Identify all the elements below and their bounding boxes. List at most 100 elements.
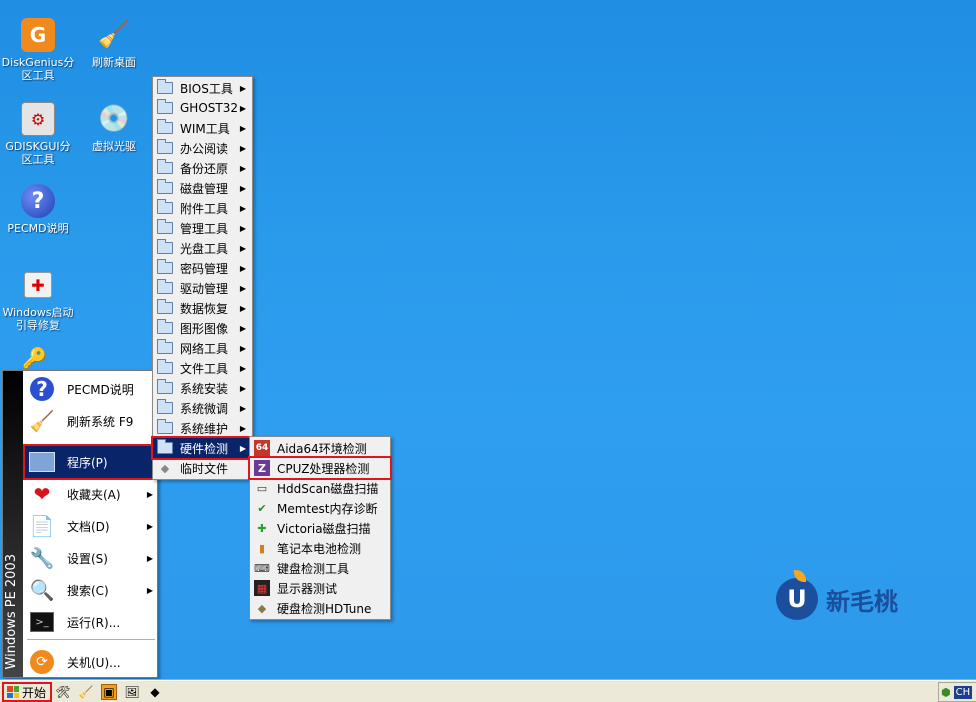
programs-item[interactable]: 光盘工具 ▶ [153, 238, 252, 258]
quicklaunch-refresh-icon[interactable]: 🧹 [78, 684, 94, 700]
folder-icon [157, 439, 173, 454]
programs-item-label: 磁盘管理 [180, 181, 229, 196]
taskbar: 开始 🛠 🧹 ▣ 🖼 ◆ ⬢ CH [0, 680, 976, 702]
programs-menu: BIOS工具 ▶ GHOST32 ▶ WIM工具 ▶ 办公阅读 ▶ 备份还原 ▶ 磁盘管理 ▶ 附件工具… [151, 76, 254, 480]
programs-item[interactable]: 管理工具 ▶ [153, 218, 252, 238]
programs-item-label: 备份还原 [180, 161, 229, 176]
hardware-item-label: Memtest内存诊断 [277, 501, 378, 516]
network-tray-icon[interactable]: ⬢ [941, 686, 951, 699]
start-item-shutdown[interactable]: ⟳ 关机(U)... [25, 646, 155, 678]
folder-icon [157, 119, 173, 134]
start-button-label: 开始 [22, 685, 47, 700]
programs-item[interactable]: 系统微调 ▶ [153, 398, 252, 418]
start-item-favorites[interactable]: ❤ 收藏夹(A) ▶ [25, 478, 155, 510]
programs-item[interactable]: 硬件检测 ▶ [151, 436, 254, 460]
start-item-run[interactable]: >_ 运行(R)... [25, 606, 155, 638]
quicklaunch-explorer-icon[interactable]: ▣ [101, 684, 117, 700]
logo-text: 新毛桃 [826, 586, 898, 616]
key-icon: 🔑 [22, 346, 47, 370]
submenu-arrow-icon: ▶ [239, 223, 246, 233]
hardware-item-label: 键盘检测工具 [277, 561, 350, 576]
desktop-icon-pecmd[interactable]: ? PECMD说明 [0, 184, 76, 235]
desktop-icon-diskgenius[interactable]: G DiskGenius分区工具 [0, 18, 76, 82]
submenu-arrow-icon: ▶ [239, 103, 246, 113]
programs-item[interactable]: 网络工具 ▶ [153, 338, 252, 358]
hardware-item[interactable]: ◆ 硬盘检测HDTune [250, 598, 390, 618]
shutdown-icon: ⟳ [27, 648, 57, 676]
quicklaunch-image-icon[interactable]: 🖼 [124, 684, 140, 700]
start-item-pecmd[interactable]: ? PECMD说明 [25, 373, 155, 405]
start-item-documents[interactable]: 📄 文档(D) ▶ [25, 510, 155, 542]
settings-tools-icon: 🔧 [29, 546, 55, 570]
programs-item[interactable]: 备份还原 ▶ [153, 158, 252, 178]
programs-item-label: 硬件检测 [180, 441, 229, 456]
programs-item-label: WIM工具 [180, 121, 230, 136]
folder-icon [157, 139, 173, 154]
programs-item[interactable]: WIM工具 ▶ [153, 118, 252, 138]
folder-icon [157, 179, 173, 194]
programs-item[interactable]: 磁盘管理 ▶ [153, 178, 252, 198]
start-item-programs[interactable]: 程序(P) [23, 444, 157, 480]
start-item-refresh[interactable]: 🧹 刷新系统 F9 [25, 405, 155, 437]
xinmaotao-logo: U 新毛桃 [776, 570, 898, 620]
programs-item-label: 办公阅读 [180, 141, 229, 156]
programs-item[interactable]: 数据恢复 ▶ [153, 298, 252, 318]
programs-item[interactable]: 密码管理 ▶ [153, 258, 252, 278]
hardware-item[interactable]: ✚ Victoria磁盘扫描 [250, 518, 390, 538]
submenu-arrow-icon: ▶ [239, 423, 246, 433]
hardware-item[interactable]: 64 Aida64环境检测 [250, 438, 390, 458]
desktop-icon-label: 刷新桌面 [92, 56, 136, 69]
programs-item[interactable]: 图形图像 ▶ [153, 318, 252, 338]
virtual-cd-icon: 💿 [97, 104, 131, 134]
desktop-icon-boot-repair[interactable]: ✚ Windows启动引导修复 [0, 268, 76, 332]
cpuz-icon: Z [254, 460, 270, 476]
submenu-arrow-icon: ▶ [146, 489, 153, 499]
hdtune-icon: ◆ [257, 601, 267, 615]
quicklaunch-tools-icon[interactable]: 🛠 [55, 684, 71, 700]
submenu-arrow-icon: ▶ [239, 143, 246, 153]
folder-icon [157, 379, 173, 394]
programs-item[interactable]: 附件工具 ▶ [153, 198, 252, 218]
desktop-icon-refresh[interactable]: 🧹 刷新桌面 [76, 18, 152, 69]
hardware-item-label: 硬盘检测HDTune [277, 601, 372, 616]
diskgenius-icon: G [21, 18, 55, 52]
hardware-item-label: 笔记本电池检测 [277, 541, 362, 556]
gdisk-icon: ⚙ [21, 102, 55, 136]
start-button[interactable]: 开始 [2, 682, 52, 702]
programs-item-label: 系统微调 [180, 401, 229, 416]
quicklaunch-eraser-icon[interactable]: ◆ [147, 684, 163, 700]
desktop-icon-label: GDISKGUI分区工具 [5, 140, 71, 166]
programs-item[interactable]: ◆ 临时文件 [153, 458, 252, 478]
desktop-icon-virtual-cd[interactable]: 💿 虚拟光驱 [76, 102, 152, 153]
input-language-indicator[interactable]: CH [953, 685, 973, 699]
hardware-item[interactable]: Z CPUZ处理器检测 [248, 456, 392, 480]
programs-item-label: 附件工具 [180, 201, 229, 216]
programs-item-label: 密码管理 [180, 261, 229, 276]
hardware-item[interactable]: ▭ HddScan磁盘扫描 [250, 478, 390, 498]
submenu-arrow-icon: ▶ [146, 521, 153, 531]
programs-item-label: 数据恢复 [180, 301, 229, 316]
folder-icon [157, 419, 173, 434]
hardware-item[interactable]: ▮ 笔记本电池检测 [250, 538, 390, 558]
help-icon: ? [27, 375, 57, 403]
programs-item[interactable]: 驱动管理 ▶ [153, 278, 252, 298]
hardware-item[interactable]: ⌨ 键盘检测工具 [250, 558, 390, 578]
programs-item[interactable]: BIOS工具 ▶ [153, 78, 252, 98]
desktop-icon-label: DiskGenius分区工具 [1, 56, 75, 82]
hardware-item[interactable]: ✔ Memtest内存诊断 [250, 498, 390, 518]
folder-icon [157, 219, 173, 234]
desktop-icon-label: Windows启动引导修复 [2, 306, 74, 332]
programs-item[interactable]: 系统安装 ▶ [153, 378, 252, 398]
start-menu-separator [27, 639, 155, 640]
programs-item[interactable]: GHOST32 ▶ [153, 98, 252, 118]
hardware-item-label: Aida64环境检测 [277, 441, 367, 456]
programs-item-label: 管理工具 [180, 221, 229, 236]
desktop-icon-gdisk[interactable]: ⚙ GDISKGUI分区工具 [0, 102, 76, 166]
start-item-search[interactable]: 🔍 搜索(C) ▶ [25, 574, 155, 606]
programs-item[interactable]: 文件工具 ▶ [153, 358, 252, 378]
hardware-item[interactable]: ▦ 显示器测试 [250, 578, 390, 598]
programs-item[interactable]: 办公阅读 ▶ [153, 138, 252, 158]
start-item-settings[interactable]: 🔧 设置(S) ▶ [25, 542, 155, 574]
programs-item[interactable]: 系统维护 ▶ [153, 418, 252, 438]
programs-item-label: 临时文件 [180, 461, 229, 476]
